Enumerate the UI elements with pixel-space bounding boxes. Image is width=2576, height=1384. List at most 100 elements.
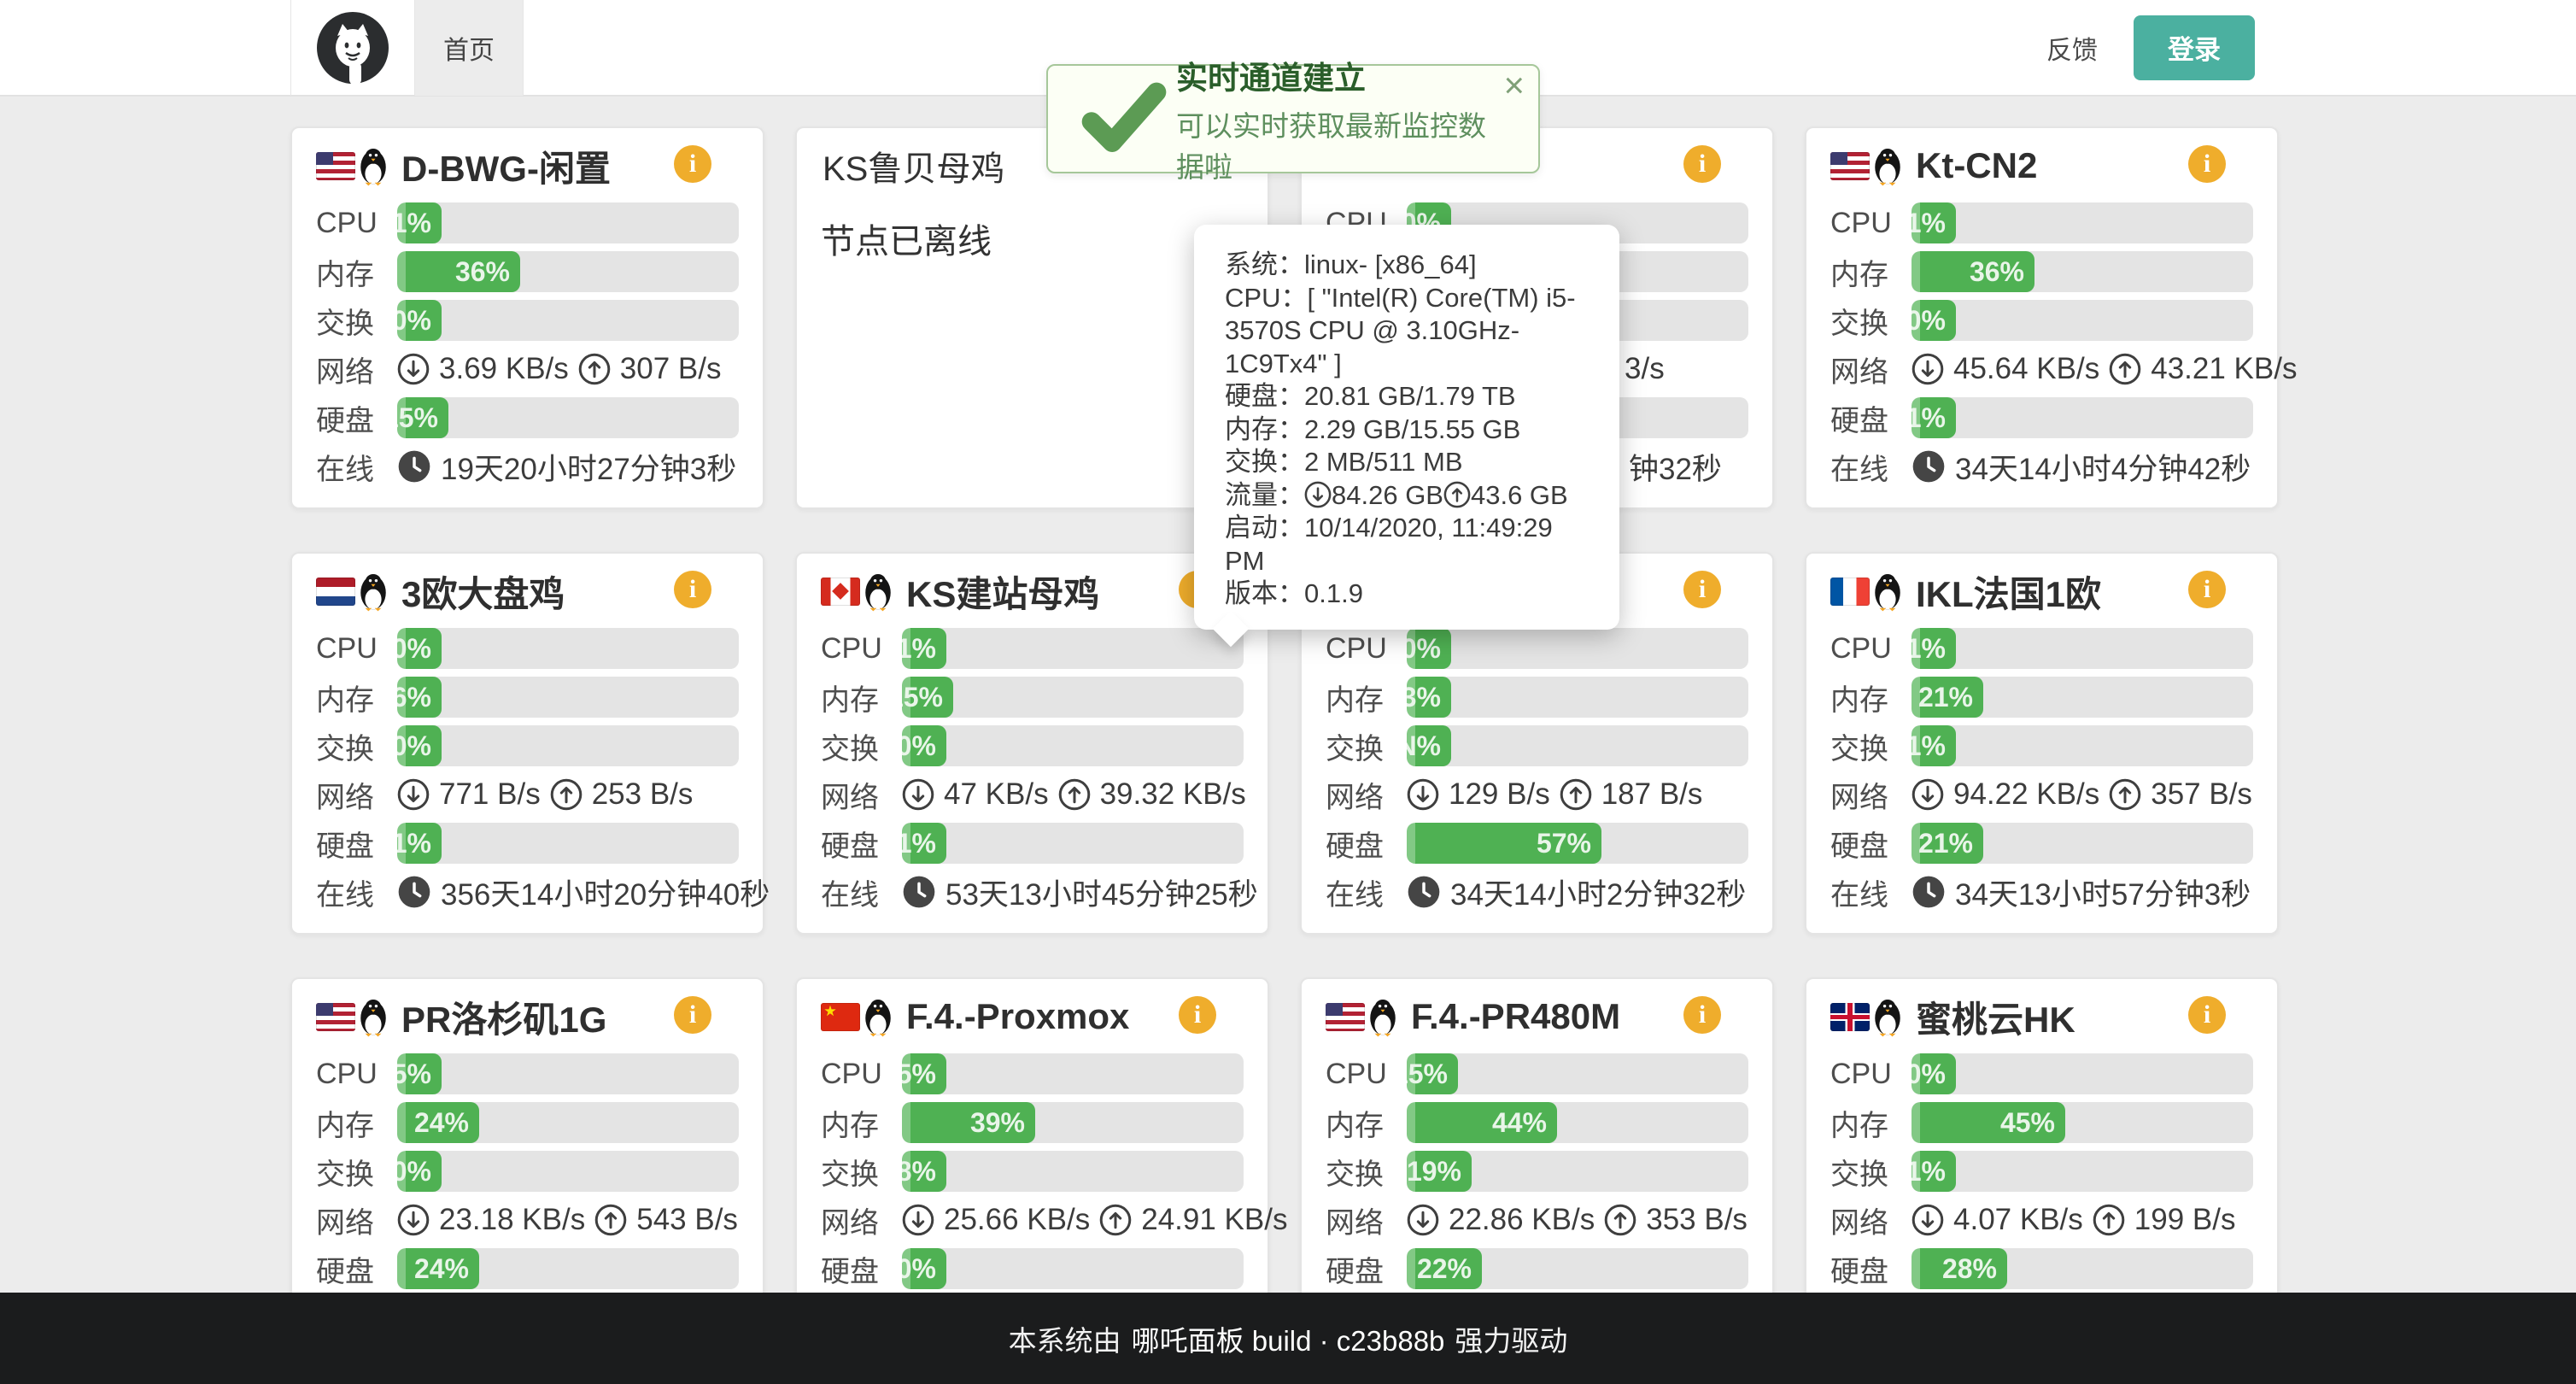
login-button[interactable]: 登录 — [2134, 15, 2255, 80]
mem-bar-fill: 3% — [1407, 677, 1451, 718]
info-icon[interactable]: i — [1179, 996, 1216, 1034]
nav-tab-home[interactable]: 首页 — [415, 0, 524, 96]
info-icon[interactable]: i — [1683, 571, 1721, 608]
tooltip-disk-label: 硬盘： — [1225, 381, 1304, 411]
mem-bar-value: 45% — [2000, 1107, 2065, 1139]
tooltip-mem-value: 2.29 GB/15.55 GB — [1304, 414, 1520, 444]
clock-icon — [1912, 875, 1946, 909]
mem-bar-value: 3% — [1407, 682, 1451, 713]
linux-penguin-icon — [1870, 996, 1906, 1037]
disk-row: 硬盘 21% — [1830, 823, 2253, 864]
cpu-bar-value: 0% — [1407, 633, 1451, 665]
swap-row: 交换 1% — [1830, 725, 2253, 766]
info-icon[interactable]: i — [2188, 571, 2226, 608]
cpu-row: CPU 1% — [1830, 202, 2253, 243]
cpu-label: CPU — [821, 632, 902, 666]
mem-bar-value: 24% — [414, 1107, 479, 1139]
disk-label: 硬盘 — [1326, 823, 1407, 865]
net-up-value: 543 B/s — [636, 1203, 738, 1237]
swap-label: 交换 — [821, 725, 902, 767]
server-name: KS鲁贝母鸡 — [823, 141, 1004, 191]
swap-row: 交换 0% — [821, 725, 1244, 766]
site-logo[interactable] — [290, 0, 415, 96]
net-row: 网络 47 KB/s 39.32 KB/s — [821, 774, 1244, 815]
net-down-value: 25.66 KB/s — [944, 1203, 1090, 1237]
net-row: 网络 23.18 KB/s 543 B/s — [316, 1199, 739, 1240]
info-icon[interactable]: i — [674, 145, 711, 183]
mem-row: 内存 24% — [316, 1102, 739, 1143]
cpu-row: CPU 1% — [821, 628, 1244, 669]
linux-penguin-icon — [860, 571, 896, 612]
cpu-label: CPU — [1830, 1058, 1912, 1091]
cpu-bar-track: 5% — [397, 1053, 739, 1094]
cpu-bar-fill: 0% — [1912, 1053, 1956, 1094]
net-up-icon — [2109, 778, 2141, 811]
swap-bar-value: 19% — [1407, 1156, 1472, 1188]
mem-row: 内存 21% — [1830, 677, 2253, 718]
info-icon[interactable]: i — [674, 571, 711, 608]
mem-label: 内存 — [1830, 251, 1912, 293]
info-icon[interactable]: i — [2188, 145, 2226, 183]
swap-bar-fill: 0% — [397, 1151, 442, 1192]
swap-bar-fill: 19% — [1407, 1151, 1472, 1192]
cpu-row: CPU 0% — [1326, 628, 1748, 669]
swap-bar-track: 8% — [902, 1151, 1244, 1192]
disk-bar-fill: 21% — [1912, 823, 1983, 864]
disk-row: 硬盘 22% — [1326, 1248, 1748, 1289]
mem-bar-track: 44% — [1407, 1102, 1748, 1143]
nav-tab-home-label: 首页 — [443, 29, 495, 67]
net-up-value: 187 B/s — [1601, 777, 1703, 812]
disk-row: 硬盘 15% — [316, 397, 739, 438]
feedback-link[interactable]: 反馈 — [2046, 29, 2098, 67]
swap-label: 交换 — [1830, 300, 1912, 342]
server-card: 3欧大盘鸡 i CPU 0% 内存 6% 交换 0% 网络 — [290, 552, 764, 935]
mem-bar-value: 44% — [1492, 1107, 1557, 1139]
disk-bar-value: 24% — [414, 1253, 479, 1285]
net-down-value: 23.18 KB/s — [439, 1203, 585, 1237]
disk-bar-track: 11% — [1912, 397, 2253, 438]
clock-icon — [902, 875, 936, 909]
net-label: 网络 — [316, 349, 397, 390]
swap-bar-value: 0% — [397, 730, 442, 762]
mem-row: 内存 44% — [1326, 1102, 1748, 1143]
cpu-bar-track: 5% — [902, 1053, 1244, 1094]
server-card: Kt-CN2 i CPU 1% 内存 36% 交换 0% 网络 — [1805, 126, 2279, 509]
mem-bar-track: 39% — [902, 1102, 1244, 1143]
disk-label: 硬盘 — [316, 823, 397, 865]
swap-row: 交换 19% — [1326, 1151, 1748, 1192]
footer-bar: 本系统由 哪吒面板 build · c23b88b 强力驱动 — [0, 1293, 2576, 1384]
footer-panel-link[interactable]: 哪吒面板 build · c23b88b — [1132, 1318, 1445, 1359]
info-icon[interactable]: i — [1683, 145, 1721, 183]
net-row: 网络 25.66 KB/s 24.91 KB/s — [821, 1199, 1244, 1240]
net-label: 网络 — [1830, 349, 1912, 390]
mem-bar-fill: 15% — [902, 677, 953, 718]
disk-bar-value: 15% — [397, 402, 448, 434]
net-up-value: 253 B/s — [592, 777, 694, 812]
disk-bar-value: 21% — [1918, 828, 1983, 859]
info-icon[interactable]: i — [1683, 996, 1721, 1034]
mem-label: 内存 — [316, 1102, 397, 1144]
swap-row: 交换 0% — [316, 725, 739, 766]
cpu-bar-track: 0% — [1407, 628, 1748, 669]
uptime-value: 34天13小时57分钟3秒 — [1955, 871, 2251, 914]
swap-label: 交换 — [316, 300, 397, 342]
uptime-value: 34天14小时2分钟32秒 — [1450, 871, 1746, 914]
swap-bar-value: 1% — [1912, 1156, 1956, 1188]
toast-close-icon[interactable]: × — [1503, 67, 1525, 103]
net-down-value: 4.07 KB/s — [1953, 1203, 2083, 1237]
net-up-value: 357 B/s — [2151, 777, 2252, 812]
info-icon[interactable]: i — [674, 996, 711, 1034]
uptime-row: 在线 34天14小时2分钟32秒 — [1326, 871, 1748, 912]
swap-bar-track: 1% — [1912, 1151, 2253, 1192]
net-down-value: 47 KB/s — [944, 777, 1049, 812]
cpu-bar-fill: 5% — [397, 1053, 442, 1094]
disk-bar-value: 11% — [1912, 402, 1956, 434]
server-name: KS建站母鸡 — [906, 566, 1099, 618]
info-icon[interactable]: i — [2188, 996, 2226, 1034]
net-row: 网络 3.69 KB/s 307 B/s — [316, 349, 739, 390]
flag-us-icon — [316, 152, 355, 180]
net-down-value: 22.86 KB/s — [1449, 1203, 1595, 1237]
disk-bar-track: 28% — [1912, 1248, 2253, 1289]
disk-row: 硬盘 10% — [821, 1248, 1244, 1289]
disk-bar-value: 1% — [902, 828, 946, 859]
